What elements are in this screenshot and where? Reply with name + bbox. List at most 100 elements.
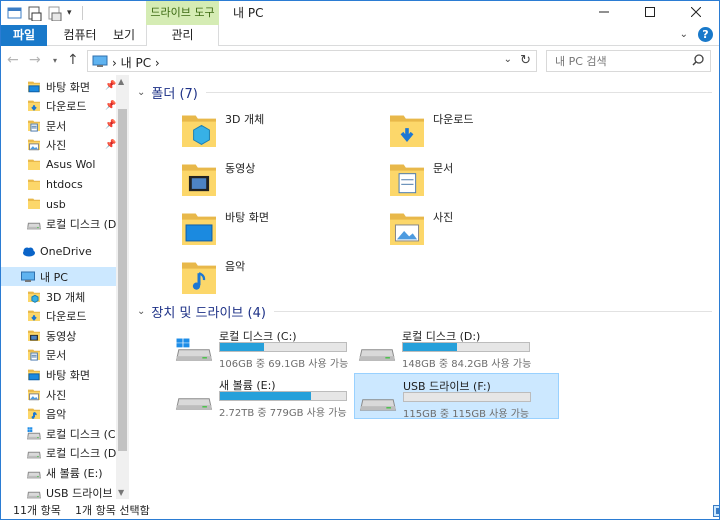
new-folder-icon[interactable] — [27, 5, 43, 22]
status-item-count: 11개 항목 — [13, 504, 61, 517]
nav-item-quick-access[interactable]: 사진 — [1, 136, 116, 155]
properties-icon[interactable] — [7, 5, 23, 21]
rename-icon[interactable] — [47, 5, 63, 22]
nav-item-label: 바탕 화면 — [46, 368, 90, 382]
nav-item-quick-access[interactable]: usb — [1, 195, 116, 214]
drives-group-header[interactable]: ⌄ 장치 및 드라이브 (4) — [137, 302, 712, 321]
help-icon[interactable]: ? — [698, 27, 713, 42]
folder-tile[interactable]: 다운로드 — [389, 107, 599, 153]
nav-item-this-pc-child[interactable]: 로컬 디스크 (D:) — [1, 444, 116, 463]
nav-item-this-pc-child[interactable]: 로컬 디스크 (C:) — [1, 424, 116, 443]
folder-tile[interactable]: 바탕 화면 — [181, 205, 391, 251]
nav-item-quick-access[interactable]: 바탕 화면 — [1, 77, 116, 96]
drive-usage-bar — [219, 391, 347, 401]
nav-item-label: 내 PC — [40, 270, 68, 284]
status-selected: 1개 항목 선택함 — [75, 504, 150, 517]
nav-item-label: 사진 — [46, 388, 67, 402]
drive-size: 2.72TB 중 779GB 사용 가능 — [219, 408, 347, 419]
collapse-chevron-icon[interactable]: ⌄ — [137, 87, 145, 98]
expand-ribbon-icon[interactable]: ⌄ — [680, 29, 688, 40]
drive-usage-fill — [220, 392, 311, 400]
nav-item-this-pc-child[interactable]: USB 드라이브 (F:) — [1, 483, 116, 499]
folder-tile[interactable]: 3D 개체 — [181, 107, 391, 153]
navigation-bar: ← → ▾ ↑ › 내 PC › ⌄ ↻ — [1, 47, 719, 75]
tab-view[interactable]: 보기 — [107, 25, 141, 46]
pin-icon: 📌 — [105, 81, 117, 91]
customize-qat-icon[interactable]: ▾ — [67, 8, 72, 18]
music-icon — [181, 258, 217, 296]
scroll-up-icon[interactable]: ▲ — [118, 77, 124, 86]
videos-icon — [27, 329, 41, 343]
tab-computer[interactable]: 컴퓨터 — [57, 25, 103, 46]
nav-item-label: USB 드라이브 (F:) — [46, 486, 116, 500]
nav-item-this-pc-child[interactable]: 문서 — [1, 346, 116, 365]
content-area: ⌄ 폴더 (7) 3D 개체 다운로드 동영상 문서 바탕 화면 사진음악 ⌄ 장치 및 … — [129, 75, 719, 499]
breadcrumb-this-pc[interactable]: 내 PC — [121, 56, 151, 70]
close-button[interactable] — [673, 1, 719, 25]
recent-locations-icon[interactable]: ▾ — [53, 56, 57, 65]
drive-tools-context-title: 드라이브 도구 — [146, 1, 219, 25]
folder-tile[interactable]: 동영상 — [181, 156, 391, 202]
tab-manage[interactable]: 관리 — [146, 25, 219, 46]
document-icon — [27, 119, 41, 133]
search-box[interactable] — [546, 50, 711, 72]
up-arrow-icon[interactable]: ↑ — [67, 52, 79, 68]
folder-tile[interactable]: 문서 — [389, 156, 599, 202]
nav-item-quick-access[interactable]: 문서 — [1, 116, 116, 135]
nav-item-quick-access[interactable]: 다운로드 — [1, 97, 116, 116]
nav-item-this-pc-child[interactable]: 음악 — [1, 405, 116, 424]
folder-label: 사진 — [433, 211, 454, 224]
tab-file[interactable]: 파일 — [1, 25, 47, 46]
nav-item-this-pc[interactable]: 내 PC — [1, 267, 116, 287]
nav-item-label: htdocs — [46, 178, 83, 191]
nav-item-this-pc-child[interactable]: 동영상 — [1, 326, 116, 345]
drive-tile[interactable]: 로컬 디스크 (C:) 106GB 중 69.1GB 사용 가능 — [171, 324, 376, 370]
nav-item-quick-access[interactable]: Asus Wol — [1, 155, 116, 174]
back-arrow-icon[interactable]: ← — [7, 52, 19, 68]
nav-item-label: 로컬 디스크 (D:) — [46, 447, 116, 461]
address-dropdown-icon[interactable]: ⌄ — [504, 54, 512, 65]
nav-scrollbar[interactable]: ▲ ▼ — [116, 75, 129, 499]
folder-tile[interactable]: 사진 — [389, 205, 599, 251]
download-icon — [389, 111, 425, 149]
this-pc-icon — [92, 55, 108, 71]
nav-item-this-pc-child[interactable]: 사진 — [1, 385, 116, 404]
refresh-icon[interactable]: ↻ — [520, 53, 531, 68]
nav-item-this-pc-child[interactable]: 3D 개체 — [1, 287, 116, 306]
forward-arrow-icon[interactable]: → — [29, 52, 41, 68]
address-bar[interactable]: › 내 PC › ⌄ ↻ — [87, 50, 537, 72]
videos-icon — [181, 160, 217, 198]
scroll-thumb[interactable] — [118, 109, 127, 451]
tab-file-label: 파일 — [12, 28, 36, 42]
this-pc-icon — [21, 270, 35, 284]
folder-tile[interactable]: 음악 — [181, 254, 391, 300]
nav-item-quick-access[interactable]: 로컬 디스크 (D:) — [1, 214, 116, 233]
minimize-button[interactable] — [581, 1, 627, 25]
nav-item-this-pc-child[interactable]: 새 볼륨 (E:) — [1, 463, 116, 482]
collapse-chevron-icon[interactable]: ⌄ — [137, 306, 145, 317]
folders-group-title: 폴더 (7) — [151, 87, 198, 102]
nav-item-this-pc-child[interactable]: 다운로드 — [1, 307, 116, 326]
nav-item-quick-access[interactable]: htdocs — [1, 175, 116, 194]
search-input[interactable] — [547, 51, 682, 71]
drive-icon — [175, 387, 213, 413]
window-controls — [581, 1, 719, 25]
breadcrumb[interactable]: › 내 PC › — [112, 54, 160, 71]
group-divider — [205, 92, 712, 93]
nav-item-label: 다운로드 — [46, 310, 87, 324]
nav-item-this-pc-child[interactable]: 바탕 화면 — [1, 365, 116, 384]
window-title: 내 PC — [233, 6, 264, 20]
drive-usage-bar — [402, 342, 530, 352]
usb-drive-icon — [26, 486, 42, 500]
usb-drive-icon — [359, 388, 397, 414]
folders-group-header[interactable]: ⌄ 폴더 (7) — [137, 83, 712, 102]
drive-tile[interactable]: USB 드라이브 (F:) 115GB 중 115GB 사용 가능 — [354, 373, 559, 420]
maximize-button[interactable] — [627, 1, 673, 25]
drive-tile[interactable]: 새 볼륨 (E:) 2.72TB 중 779GB 사용 가능 — [171, 373, 376, 419]
search-icon[interactable] — [692, 54, 704, 69]
large-icons-view-icon[interactable] — [713, 505, 719, 519]
scroll-down-icon[interactable]: ▼ — [118, 488, 124, 497]
nav-item-onedrive[interactable]: OneDrive — [1, 242, 116, 261]
drive-tile[interactable]: 로컬 디스크 (D:) 148GB 중 84.2GB 사용 가능 — [354, 324, 559, 370]
download-icon — [27, 309, 41, 323]
